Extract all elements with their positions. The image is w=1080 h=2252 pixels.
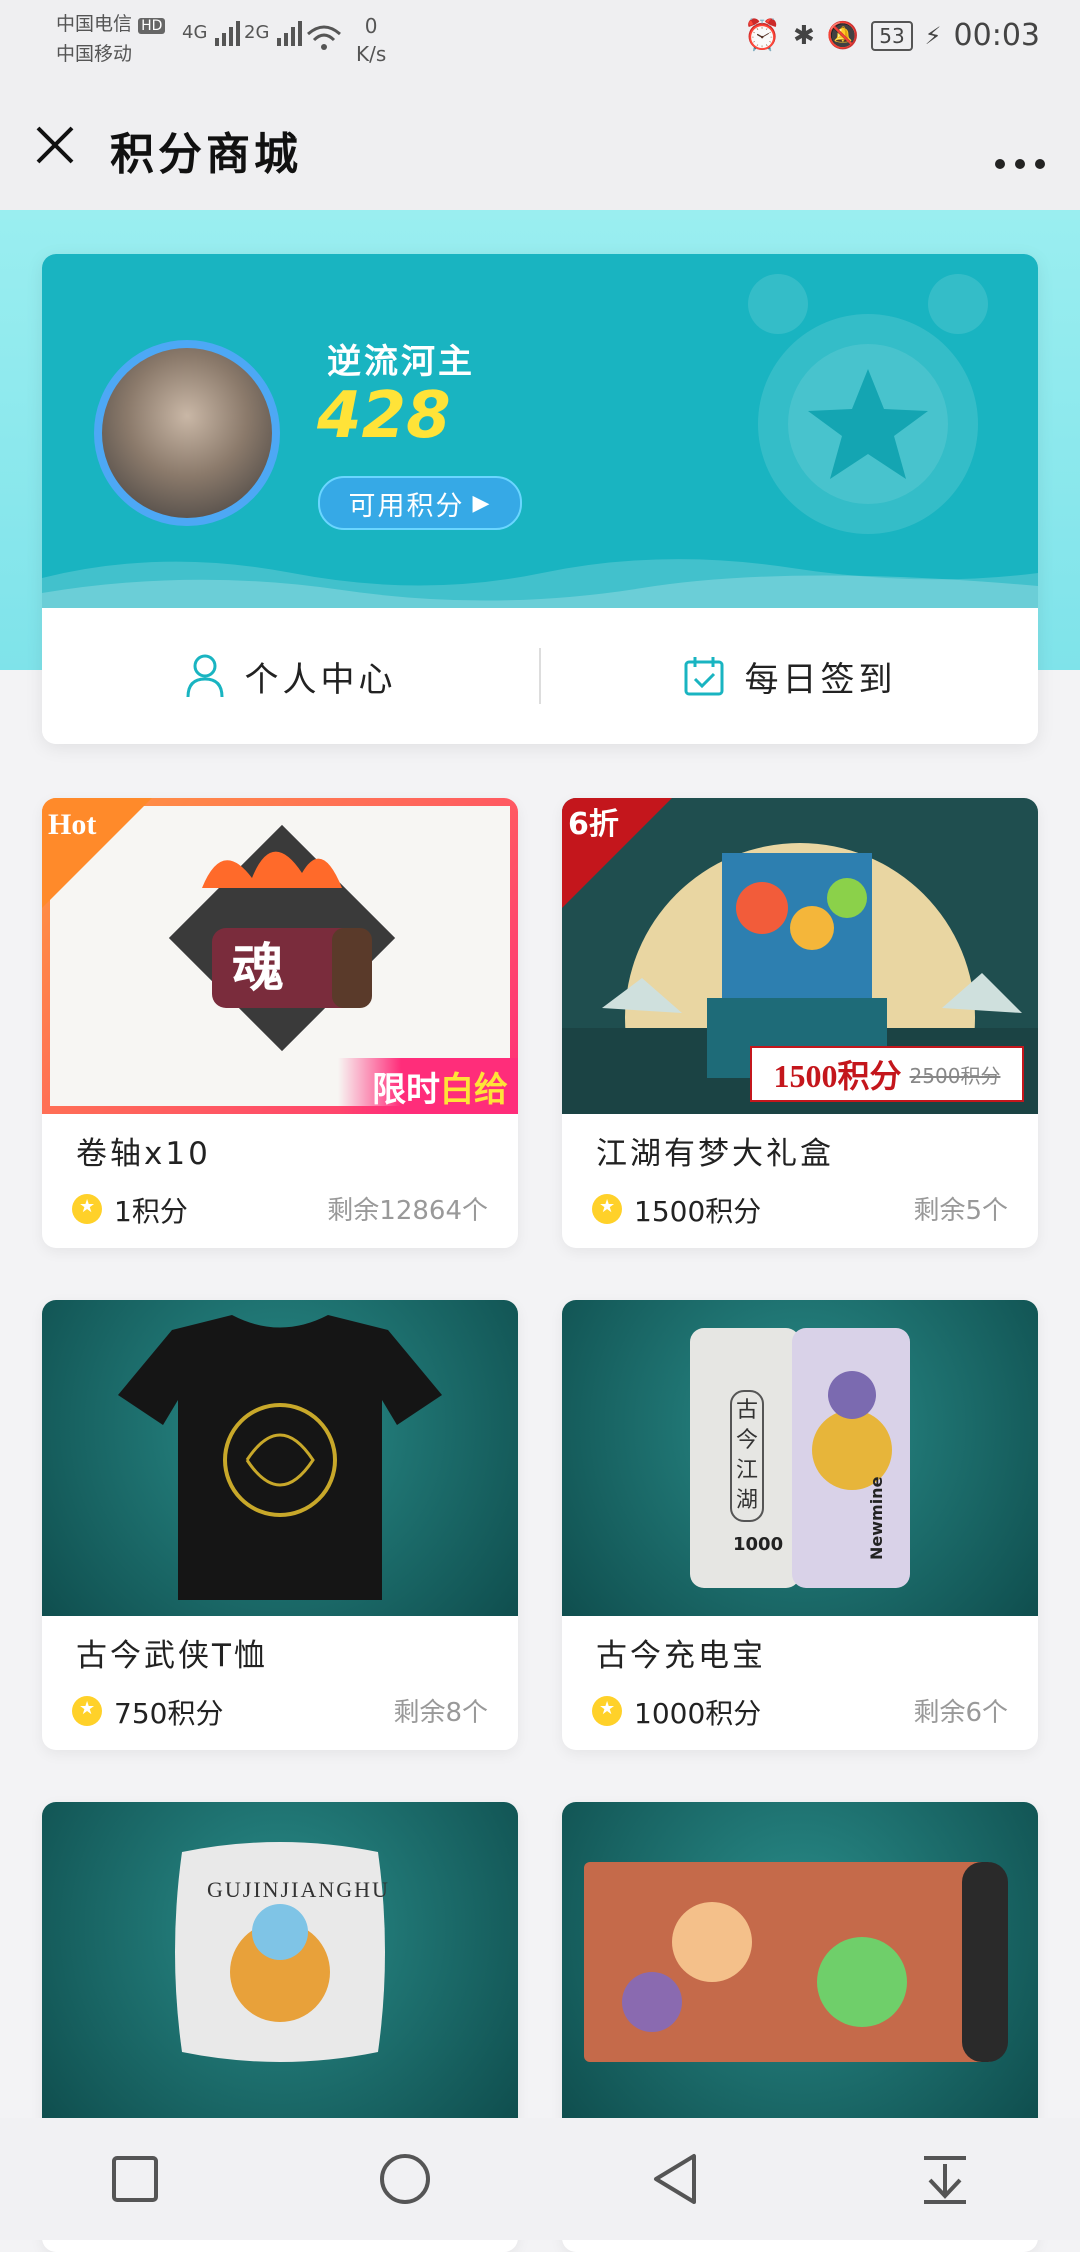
wifi-icon	[307, 25, 341, 50]
hd-badge: HD	[138, 18, 166, 34]
promo-original-price: 2500积分	[909, 1063, 1001, 1088]
limited-badge: 限时 白给	[338, 1058, 518, 1114]
clock: 00:03	[953, 18, 1040, 53]
product-price: 750积分	[114, 1697, 224, 1730]
daily-checkin-button[interactable]: 每日签到	[541, 652, 1038, 701]
pulldown-icon	[924, 2156, 966, 2204]
more-options-button[interactable]	[994, 135, 1046, 181]
product-stock: 剩余5个	[913, 1196, 1008, 1226]
circle-icon	[380, 2154, 430, 2204]
available-points-button[interactable]: 可用积分 ▶	[318, 476, 522, 530]
coin-star-icon	[592, 1696, 622, 1726]
status-bar: 中国电信 HD 中国移动 4G 2G 0 K/s ⏰ ✱ 🔕 53 ⚡ 00:0…	[0, 0, 1080, 80]
carrier-1: 中国电信	[56, 13, 133, 35]
square-icon	[112, 2156, 158, 2202]
powerbank-brand: Newmine	[867, 1476, 886, 1560]
product-image: 1000 Newmine 古今江湖	[562, 1300, 1038, 1616]
wave-decoration	[42, 559, 1038, 608]
net-2g-label: 2G	[244, 22, 270, 43]
recents-button[interactable]	[105, 2149, 165, 2209]
scroll-glyph: 魂	[232, 939, 284, 999]
product-stock: 剩余12864个	[327, 1196, 488, 1226]
powerbank-text: 古今江湖	[730, 1390, 764, 1522]
product-name: 卷轴x10	[76, 1136, 211, 1172]
star-badge-icon	[748, 274, 988, 534]
promo-price: 1500积分	[773, 1058, 902, 1094]
scroll-item-art: 魂	[168, 824, 396, 1052]
play-arrow-icon: ▶	[472, 490, 492, 516]
product-image: GUJINJIANGHU	[42, 1802, 518, 2118]
profile-actions: 个人中心 每日签到	[42, 608, 1038, 744]
daily-checkin-label: 每日签到	[744, 659, 897, 700]
profile-banner: 逆流河主 428 可用积分 ▶	[42, 254, 1038, 608]
person-icon	[186, 654, 223, 698]
product-name: 古今充电宝	[596, 1638, 766, 1674]
powerbank-capacity: 1000	[733, 1534, 783, 1555]
speed-unit: K/s	[356, 42, 387, 66]
system-nav-bar	[0, 2118, 1080, 2240]
close-button[interactable]	[30, 120, 80, 170]
signal-2g-icon: 2G	[244, 18, 307, 48]
carrier-2: 中国移动	[56, 43, 133, 65]
battery-indicator: 53	[871, 20, 913, 51]
triangle-back-icon	[654, 2154, 696, 2204]
product-image: 6折 1500积分 2500积分	[562, 798, 1038, 1114]
avatar[interactable]	[94, 340, 280, 526]
points-value: 428	[317, 379, 451, 453]
product-card-powerbank[interactable]: 1000 Newmine 古今江湖 古今充电宝 1000积分 剩余6个	[562, 1300, 1038, 1750]
carrier-info: 中国电信 HD 中国移动	[56, 10, 166, 68]
product-name: 古今武侠T恤	[76, 1638, 268, 1674]
bluetooth-icon: ✱	[793, 20, 815, 51]
net-4g-label: 4G	[182, 22, 208, 43]
hot-tag-label: Hot	[48, 808, 96, 841]
product-name: 江湖有梦大礼盒	[596, 1136, 834, 1172]
product-image	[562, 1802, 1038, 2118]
page-title: 积分商城	[110, 129, 302, 180]
personal-center-label: 个人中心	[244, 659, 397, 700]
charging-icon: ⚡	[924, 21, 942, 50]
limited-badge-text-1: 限时	[372, 1069, 440, 1110]
network-speed: 0 K/s	[356, 12, 386, 68]
title-bar: 积分商城	[0, 80, 1080, 210]
home-button[interactable]	[375, 2149, 435, 2209]
mousepad-art	[584, 1862, 1008, 2062]
product-image: 魂 Hot 限时 白给	[42, 798, 518, 1114]
product-image	[42, 1300, 518, 1616]
product-price: 1500积分	[634, 1195, 762, 1228]
limited-badge-text-2: 白给	[440, 1069, 508, 1110]
alarm-icon: ⏰	[743, 18, 782, 53]
hot-tag: Hot	[42, 798, 152, 908]
product-card-scroll[interactable]: 魂 Hot 限时白给 卷轴x10 1积分 剩余12864个	[42, 798, 518, 1248]
more-icon	[995, 159, 1045, 169]
powerbank-art: 1000 Newmine	[690, 1328, 910, 1588]
profile-card: 逆流河主 428 可用积分 ▶ 个人中心 每日签到	[42, 254, 1038, 744]
available-points-label: 可用积分	[348, 490, 465, 522]
notification-pulldown-button[interactable]	[915, 2149, 975, 2209]
coin-star-icon	[72, 1696, 102, 1726]
back-button[interactable]	[645, 2149, 705, 2209]
close-icon	[36, 126, 74, 164]
signal-4g-icon: 4G	[182, 18, 245, 48]
product-stock: 剩余6个	[913, 1698, 1008, 1728]
product-card-giftbox[interactable]: 6折 1500积分 2500积分 江湖有梦大礼盒 1500积分 剩余5个	[562, 798, 1038, 1248]
mute-bell-icon: 🔕	[826, 20, 860, 51]
promo-price-badge: 1500积分 2500积分	[750, 1046, 1024, 1102]
personal-center-button[interactable]: 个人中心	[42, 652, 539, 701]
pillow-text: GUJINJIANGHU	[207, 1877, 390, 1902]
pillow-art: GUJINJIANGHU	[175, 1842, 390, 2062]
product-price: 1000积分	[634, 1697, 762, 1730]
username: 逆流河主	[327, 342, 475, 382]
product-price: 1积分	[114, 1195, 188, 1228]
coin-star-icon	[72, 1194, 102, 1224]
status-right: ⏰ ✱ 🔕 53 ⚡ 00:03	[744, 18, 1040, 53]
coin-star-icon	[592, 1194, 622, 1224]
discount-tag-label: 6折	[568, 807, 619, 842]
calendar-check-icon	[684, 657, 723, 696]
product-card-tshirt[interactable]: 古今武侠T恤 750积分 剩余8个	[42, 1300, 518, 1750]
speed-value: 0	[364, 14, 378, 38]
product-stock: 剩余8个	[393, 1698, 488, 1728]
tshirt-art	[118, 1315, 442, 1600]
discount-tag: 6折	[562, 798, 672, 908]
